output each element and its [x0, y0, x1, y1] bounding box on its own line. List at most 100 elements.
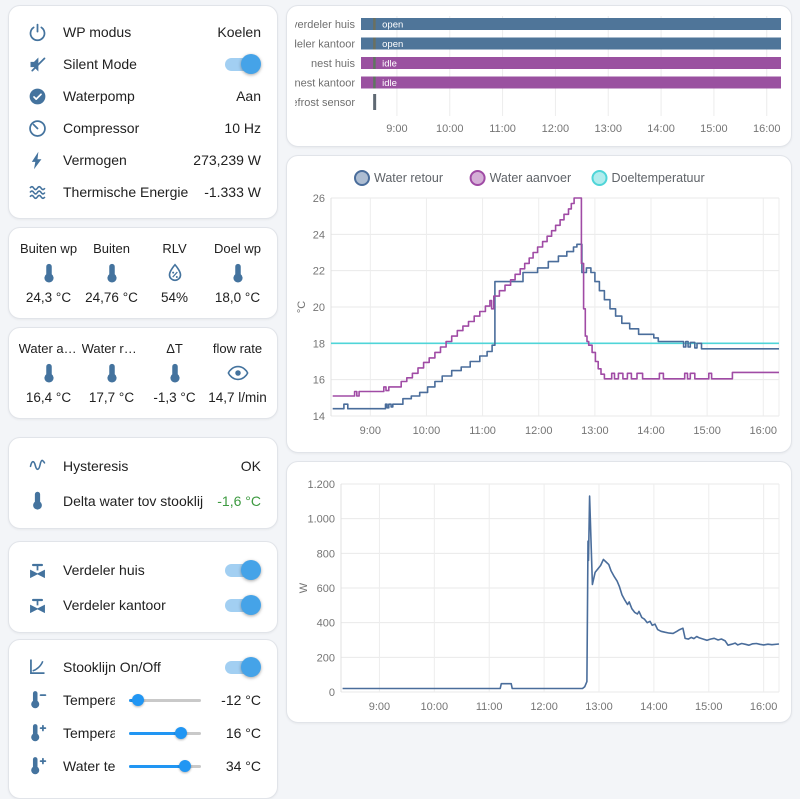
row-water-temperatuur[interactable]: Water temperatuur 34 °C	[25, 749, 261, 782]
row-verdeler-huis[interactable]: Verdeler huis	[25, 552, 261, 587]
row-vermogen[interactable]: Vermogen 273,239 W	[25, 144, 261, 176]
power-chart-card: 0 200 400 600 800 1.000 1.200 9:00 10:00 11:00 12:…	[286, 461, 792, 723]
svg-text:Defrost sensor: Defrost sensor	[295, 97, 355, 109]
entity-name: Delta water tov stooklijn	[63, 492, 204, 509]
power-icon	[25, 20, 49, 44]
svg-text:12:00: 12:00	[542, 123, 570, 135]
row-hysteresis[interactable]: Hysteresis OK	[25, 448, 261, 483]
svg-text:14: 14	[313, 411, 325, 423]
entity-value: -12 °C	[221, 691, 261, 708]
glance-value: 16,4 °C	[25, 390, 72, 405]
flash-icon	[25, 148, 49, 172]
entity-value: -1.333 W	[204, 184, 261, 200]
glance-item-doel-wp[interactable]: Doel wp 18,0 °C	[206, 241, 269, 305]
svg-text:9:00: 9:00	[386, 123, 407, 135]
state-timeline-chart[interactable]: 9:00 10:00 11:00 12:00 13:00 14:00 15:00 16:00 v…	[295, 14, 785, 140]
valve-icon	[25, 593, 49, 617]
water-temperatuur-slider[interactable]	[129, 756, 201, 776]
svg-text:11:00: 11:00	[469, 425, 496, 437]
row-silent-mode[interactable]: Silent Mode	[25, 48, 261, 80]
glance-item-buiten-wp[interactable]: Buiten wp 24,3 °C	[17, 241, 80, 305]
svg-text:nest huis: nest huis	[311, 58, 356, 70]
glance-label: Buiten wp	[19, 241, 78, 256]
entity-name: Hysteresis	[63, 457, 129, 474]
thermometer-icon	[101, 361, 123, 385]
row-wp-modus[interactable]: WP modus Koelen	[25, 16, 261, 48]
row-thermische-energie[interactable]: Thermische Energie -1.333 W	[25, 176, 261, 208]
row-verdeler-kantoor[interactable]: Verdeler kantoor	[25, 587, 261, 622]
svg-text:200: 200	[317, 652, 335, 664]
svg-text:10:00: 10:00	[421, 701, 449, 713]
svg-text:1.000: 1.000	[307, 514, 335, 526]
glance-item-rlv[interactable]: RLV 54%	[143, 241, 206, 305]
thermometer-plus-icon	[25, 754, 49, 778]
chart-line-icon	[25, 655, 49, 679]
stooklijn-toggle[interactable]	[223, 656, 261, 677]
glance-item-flow-rate[interactable]: flow rate 14,7 l/min	[206, 341, 269, 405]
thermometer-icon	[38, 261, 60, 285]
svg-text:1.200: 1.200	[307, 479, 335, 491]
svg-text:10:00: 10:00	[436, 123, 464, 135]
glance-value: 54%	[160, 290, 189, 305]
slider-thumb[interactable]	[132, 693, 145, 706]
verdeler-huis-toggle[interactable]	[223, 559, 261, 580]
temperature-line-chart[interactable]: 14 16 18 20 22 24 26 9:00 10:00 11:00 12:00 13:00 14…	[295, 164, 785, 446]
svg-text:open: open	[382, 20, 403, 31]
entity-value: OK	[240, 457, 261, 474]
slider-thumb[interactable]	[174, 726, 187, 739]
slider-thumb[interactable]	[179, 759, 192, 772]
entity-value: 34 °C	[225, 757, 261, 774]
svg-text:Water retour: Water retour	[374, 171, 443, 185]
glance-value: 14,7 l/min	[208, 390, 267, 405]
verdeler-kantoor-toggle[interactable]	[223, 594, 261, 615]
glance-label: Water retour	[81, 341, 142, 356]
glance-value: 18,0 °C	[214, 290, 261, 305]
silent-mode-toggle[interactable]	[223, 54, 261, 74]
temperature-chart-card: 14 16 18 20 22 24 26 9:00 10:00 11:00 12:00 13:00 14…	[286, 155, 792, 453]
svg-text:10:00: 10:00	[413, 425, 441, 437]
eye-icon	[226, 361, 249, 385]
thermometer-minus-icon	[25, 688, 49, 712]
temp-buiten-min-slider[interactable]	[129, 690, 201, 710]
row-waterpomp[interactable]: Waterpomp Aan	[25, 80, 261, 112]
svg-text:verdeler kantoor: verdeler kantoor	[295, 39, 355, 51]
hysteresis-card: Hysteresis OK Delta water tov stooklijn …	[8, 437, 278, 529]
row-stooklijn-onoff[interactable]: Stooklijn On/Off	[25, 650, 261, 683]
glance-item-delta-t[interactable]: ΔT -1,3 °C	[143, 341, 206, 405]
svg-text:15:00: 15:00	[695, 701, 723, 713]
entity-name: Waterpomp	[63, 88, 135, 104]
svg-text:16:00: 16:00	[750, 701, 778, 713]
entity-name: Verdeler kantoor	[63, 596, 166, 613]
entity-name: Vermogen	[63, 152, 127, 168]
svg-text:°C: °C	[296, 301, 308, 313]
svg-text:18: 18	[313, 338, 325, 350]
slider-fill	[129, 764, 186, 768]
glance-item-buiten[interactable]: Buiten 24,76 °C	[80, 241, 143, 305]
glance-label: RLV	[162, 241, 187, 256]
check-circle-icon	[25, 84, 49, 108]
svg-text:Doeltemperatuur: Doeltemperatuur	[612, 171, 705, 185]
svg-text:14:00: 14:00	[637, 425, 665, 437]
row-temp-buiten-min[interactable]: Temperatuur buiten -12 °C	[25, 683, 261, 716]
glance-value: 24,3 °C	[25, 290, 72, 305]
outdoor-glance-card: Buiten wp 24,3 °C Buiten 24,76 °C RLV 54…	[8, 227, 278, 319]
heatpump-dashboard: WP modus Koelen Silent Mode Waterpomp Aa…	[0, 0, 800, 799]
row-compressor[interactable]: Compressor 10 Hz	[25, 112, 261, 144]
glance-label: Water aanv...	[18, 341, 79, 356]
entity-value: 10 Hz	[224, 120, 261, 136]
row-temp-buiten-max[interactable]: Temperatuur buiten 16 °C	[25, 716, 261, 749]
svg-text:12:00: 12:00	[530, 701, 558, 713]
power-line-chart[interactable]: 0 200 400 600 800 1.000 1.200 9:00 10:00 11:00 12:…	[295, 470, 785, 716]
svg-text:26: 26	[313, 193, 325, 205]
svg-text:verdeler huis: verdeler huis	[295, 19, 355, 31]
entity-value: -1,6 °C	[217, 492, 261, 509]
entity-name: Temperatuur buiten	[63, 724, 115, 741]
svg-text:600: 600	[317, 583, 335, 595]
glance-label: flow rate	[212, 341, 263, 356]
water-glance-card: Water aanv... 16,4 °C Water retour 17,7 …	[8, 327, 278, 419]
glance-item-water-aanvoer[interactable]: Water aanv... 16,4 °C	[17, 341, 80, 405]
thermometer-icon	[227, 261, 249, 285]
glance-label: Doel wp	[214, 241, 261, 256]
glance-item-water-retour[interactable]: Water retour 17,7 °C	[80, 341, 143, 405]
row-delta-stooklijn[interactable]: Delta water tov stooklijn -1,6 °C	[25, 483, 261, 518]
